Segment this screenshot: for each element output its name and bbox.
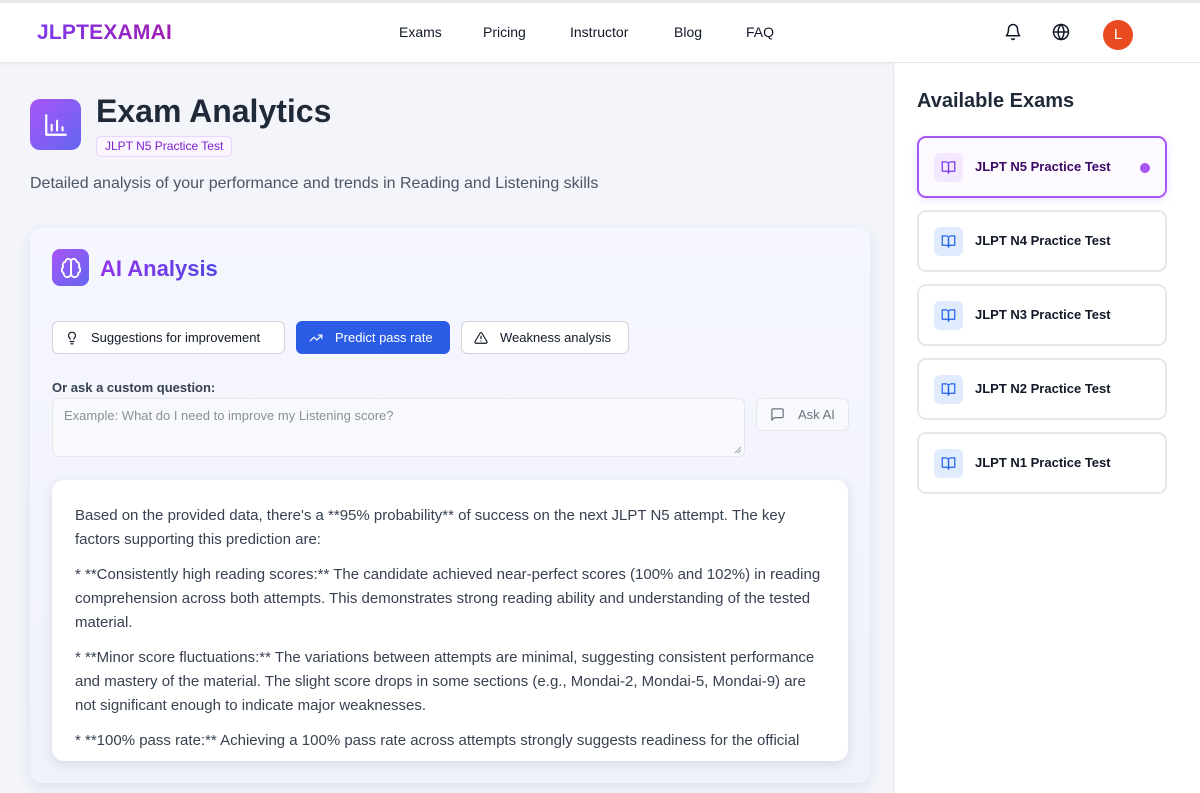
answer-paragraph: Based on the provided data, there's a **…	[75, 507, 786, 548]
message-square-icon	[771, 408, 784, 421]
brain-icon	[52, 249, 89, 286]
ai-answer-panel[interactable]: Based on the provided data, there's a **…	[52, 480, 848, 761]
exam-item-n2[interactable]: JLPT N2 Practice Test	[917, 358, 1167, 420]
selected-indicator	[1140, 163, 1150, 173]
book-open-icon	[934, 375, 963, 404]
predict-pass-rate-button[interactable]: Predict pass rate	[296, 321, 450, 354]
top-navbar: JLPTEXAMAI Exams Pricing Instructor Blog…	[0, 0, 1200, 63]
weakness-analysis-button[interactable]: Weakness analysis	[461, 321, 629, 354]
book-open-icon	[934, 153, 963, 182]
ai-analysis-card: AI Analysis Suggestions for improvement …	[30, 228, 870, 783]
brand-logo[interactable]: JLPTEXAMAI	[37, 21, 172, 45]
nav-exams[interactable]: Exams	[399, 24, 442, 40]
custom-question-input[interactable]	[52, 398, 745, 457]
weakness-analysis-label: Weakness analysis	[500, 330, 612, 345]
trending-up-icon	[309, 334, 323, 341]
exam-item-n3[interactable]: JLPT N3 Practice Test	[917, 284, 1167, 346]
suggestions-label: Suggestions for improvement	[91, 330, 261, 345]
exam-item-n1[interactable]: JLPT N1 Practice Test	[917, 432, 1167, 494]
bar-chart-icon	[30, 99, 81, 150]
exam-item-label: JLPT N3 Practice Test	[975, 307, 1111, 322]
nav-pricing[interactable]: Pricing	[483, 24, 526, 40]
exams-sidebar: Available Exams JLPT N5 Practice Test JL…	[893, 63, 1200, 793]
resize-handle-icon[interactable]	[734, 446, 742, 454]
nav-faq[interactable]: FAQ	[746, 24, 774, 40]
exam-item-n5[interactable]: JLPT N5 Practice Test	[917, 136, 1167, 198]
predict-pass-rate-label: Predict pass rate	[335, 330, 433, 345]
ask-ai-button[interactable]: Ask AI	[756, 398, 849, 431]
lightbulb-icon	[67, 331, 77, 344]
nav-blog[interactable]: Blog	[674, 24, 702, 40]
exam-item-label: JLPT N4 Practice Test	[975, 233, 1111, 248]
custom-question-label: Or ask a custom question:	[52, 380, 216, 395]
warning-triangle-icon	[474, 331, 488, 344]
answer-paragraph: * **Minor score fluctuations:** The vari…	[75, 649, 815, 714]
exam-item-label: JLPT N2 Practice Test	[975, 381, 1111, 396]
book-open-icon	[934, 449, 963, 478]
page-subtitle: Detailed analysis of your performance an…	[30, 175, 599, 192]
avatar[interactable]: L	[1103, 20, 1133, 50]
page-title: Exam Analytics	[96, 93, 332, 129]
globe-icon[interactable]	[1052, 23, 1070, 41]
nav-instructor[interactable]: Instructor	[570, 24, 628, 40]
answer-paragraph: * **Consistently high reading scores:** …	[75, 566, 821, 631]
exam-item-label: JLPT N5 Practice Test	[975, 159, 1111, 174]
exam-badge: JLPT N5 Practice Test	[96, 136, 233, 157]
ask-ai-label: Ask AI	[798, 407, 835, 422]
exam-item-n4[interactable]: JLPT N4 Practice Test	[917, 210, 1167, 272]
exam-item-label: JLPT N1 Practice Test	[975, 455, 1111, 470]
suggestions-button[interactable]: Suggestions for improvement	[52, 321, 285, 354]
book-open-icon	[934, 227, 963, 256]
ai-analysis-title: AI Analysis	[100, 256, 218, 281]
bell-icon[interactable]	[1004, 23, 1022, 41]
answer-paragraph: * **100% pass rate:** Achieving a 100% p…	[75, 732, 800, 749]
book-open-icon	[934, 301, 963, 330]
sidebar-title: Available Exams	[917, 90, 1075, 112]
